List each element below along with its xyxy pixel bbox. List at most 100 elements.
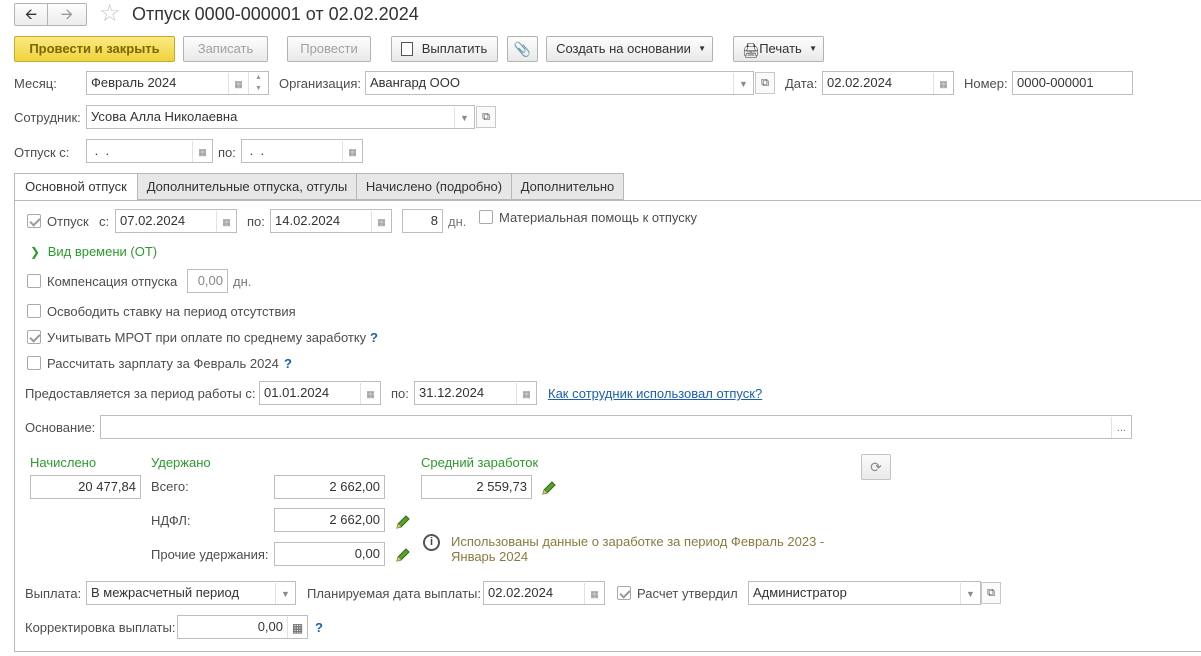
post-and-close-button[interactable]: Провести и закрыть — [14, 36, 175, 62]
calendar-icon[interactable]: ▦ — [342, 141, 362, 162]
compensation-field[interactable]: 0,00 — [187, 269, 228, 293]
vacation-from-field[interactable]: . . ▦ — [86, 139, 213, 163]
vacation-end-value: 14.02.2024 — [275, 213, 341, 228]
mrot-help-icon[interactable]: ? — [370, 330, 378, 346]
create-based-on-button[interactable]: Создать на основании ▼ — [546, 36, 713, 62]
accrued-field[interactable]: 20 477,84 — [30, 475, 141, 499]
approved-label: Расчет утвердил — [637, 586, 738, 601]
dropdown-arrow-icon[interactable]: ▼ — [275, 583, 295, 604]
vacation-checkbox[interactable] — [27, 214, 41, 228]
favorite-star-icon[interactable]: ☆ — [99, 0, 121, 28]
month-label: Месяц: — [14, 76, 57, 91]
pencil-icon[interactable] — [395, 514, 411, 530]
date-field[interactable]: 02.02.2024 ▦ — [822, 71, 954, 95]
tab-accrued-detailed[interactable]: Начислено (подробно) — [356, 173, 512, 200]
tab-additional[interactable]: Дополнительно — [511, 173, 624, 200]
date-value: 02.02.2024 — [827, 75, 893, 90]
back-button[interactable]: 🡨 — [14, 3, 48, 26]
calculator-icon[interactable]: ▦ — [287, 617, 307, 638]
vacation-usage-link[interactable]: Как сотрудник использовал отпуск? — [548, 386, 762, 402]
payment-value: В межрасчетный период — [91, 585, 240, 600]
attach-button[interactable]: 📎 — [507, 36, 538, 62]
planned-date-field[interactable]: 02.02.2024 ▦ — [483, 581, 605, 605]
time-type-expander[interactable]: ❯ Вид времени (ОТ) — [30, 244, 157, 260]
calendar-icon[interactable]: ▦ — [584, 583, 604, 604]
dropdown-arrow-icon[interactable]: ▼ — [960, 583, 980, 604]
basis-label: Основание: — [25, 420, 96, 435]
approved-checkbox[interactable] — [617, 586, 631, 600]
payment-field[interactable]: В межрасчетный период ▼ — [86, 581, 296, 605]
save-button[interactable]: Записать — [183, 36, 268, 62]
work-period-to-value: 31.12.2024 — [419, 385, 485, 400]
work-period-label: Предоставляется за период работы с: — [25, 386, 256, 401]
vacation-days-field[interactable]: 8 — [402, 209, 443, 233]
approved-by-value: Администратор — [753, 585, 847, 600]
post-button[interactable]: Провести — [287, 36, 371, 62]
ndfl-field[interactable]: 2 662,00 — [274, 508, 385, 532]
calendar-icon[interactable]: ▦ — [192, 141, 212, 162]
vacation-days-unit: дн. — [448, 214, 467, 229]
work-period-from-value: 01.01.2024 — [264, 385, 330, 400]
vacation-start-field[interactable]: 07.02.2024 ▦ — [115, 209, 237, 233]
calendar-icon[interactable]: ▦ — [228, 73, 248, 94]
vacation-to-field[interactable]: . . ▦ — [241, 139, 363, 163]
employee-open-button[interactable]: ⧉ — [476, 106, 496, 128]
month-field[interactable]: Февраль 2024 ▦ ▲ ▼ — [86, 71, 269, 95]
planned-date-label: Планируемая дата выплаты: — [307, 586, 481, 601]
ndfl-label: НДФЛ: — [151, 513, 191, 528]
other-withholdings-label: Прочие удержания: — [151, 547, 269, 562]
forward-button[interactable]: 🡪 — [47, 3, 87, 26]
material-help-checkbox[interactable] — [479, 210, 493, 224]
correction-help-icon[interactable]: ? — [315, 620, 323, 636]
dropdown-arrow-icon[interactable]: ▼ — [733, 73, 753, 94]
create-based-on-label: Создать на основании — [556, 41, 691, 56]
chevron-right-icon: ❯ — [30, 245, 41, 259]
calc-salary-help-icon[interactable]: ? — [284, 356, 292, 372]
print-button[interactable]: 🖨 Печать ▼ — [733, 36, 824, 62]
free-rate-label: Освободить ставку на период отсутствия — [47, 304, 296, 319]
dropdown-arrow-icon: ▼ — [698, 44, 706, 53]
employee-field[interactable]: Усова Алла Николаевна ▼ — [86, 105, 475, 129]
other-withholdings-field[interactable]: 0,00 — [274, 542, 385, 566]
work-period-to-label: по: — [391, 386, 409, 401]
tab-main-vacation[interactable]: Основной отпуск — [14, 173, 138, 201]
pencil-icon[interactable] — [395, 547, 411, 563]
work-period-from-field[interactable]: 01.01.2024 ▦ — [259, 381, 381, 405]
organization-label: Организация: — [279, 76, 362, 91]
calendar-icon[interactable]: ▦ — [371, 211, 391, 232]
window-title: Отпуск 0000-000001 от 02.02.2024 — [132, 4, 419, 24]
accrued-label: Начислено — [30, 455, 97, 470]
compensation-checkbox[interactable] — [27, 274, 41, 288]
calc-salary-checkbox[interactable] — [27, 356, 41, 370]
month-stepper[interactable]: ▲ ▼ — [248, 72, 268, 94]
calendar-icon[interactable]: ▦ — [516, 383, 536, 404]
basis-select-button[interactable]: ... — [1111, 417, 1131, 438]
date-label: Дата: — [785, 76, 818, 91]
pay-button[interactable]: Выплатить — [391, 36, 498, 62]
correction-field[interactable]: 0,00 ▦ — [177, 615, 308, 639]
organization-open-button[interactable]: ⧉ — [755, 72, 775, 94]
tab-additional-vacations[interactable]: Дополнительные отпуска, отгулы — [137, 173, 357, 200]
total-label: Всего: — [151, 479, 189, 494]
free-rate-checkbox[interactable] — [27, 304, 41, 318]
document-icon — [401, 42, 413, 56]
approved-by-open-button[interactable]: ⧉ — [981, 582, 1001, 604]
average-earnings-field[interactable]: 2 559,73 — [421, 475, 532, 499]
total-field[interactable]: 2 662,00 — [274, 475, 385, 499]
calendar-icon[interactable]: ▦ — [933, 73, 953, 94]
approved-by-field[interactable]: Администратор ▼ — [748, 581, 981, 605]
refresh-button[interactable]: ⟳ — [861, 454, 891, 480]
number-label: Номер: — [964, 76, 1008, 91]
calendar-icon[interactable]: ▦ — [216, 211, 236, 232]
vacation-end-field[interactable]: 14.02.2024 ▦ — [270, 209, 392, 233]
calendar-icon[interactable]: ▦ — [360, 383, 380, 404]
basis-field[interactable]: ... — [100, 415, 1132, 439]
number-field[interactable]: 0000-000001 — [1012, 71, 1133, 95]
mrot-checkbox[interactable] — [27, 330, 41, 344]
organization-field[interactable]: Авангард ООО ▼ — [365, 71, 754, 95]
dropdown-arrow-icon[interactable]: ▼ — [454, 107, 474, 128]
pencil-icon[interactable] — [541, 480, 557, 496]
planned-date-value: 02.02.2024 — [488, 585, 554, 600]
arrow-right-icon: 🡪 — [60, 6, 74, 23]
work-period-to-field[interactable]: 31.12.2024 ▦ — [414, 381, 537, 405]
